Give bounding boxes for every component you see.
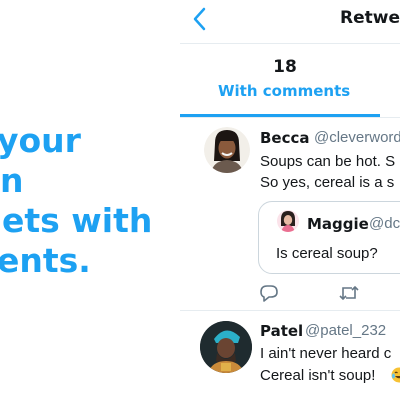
avatar — [277, 210, 299, 232]
reply-icon[interactable] — [259, 284, 279, 302]
quoted-author-handle: @dc — [369, 215, 400, 232]
phone-screen: Retweets 18 With comments Becca @cleverw… — [180, 0, 400, 400]
tweet-text-line-1: I ain't never heard c — [260, 345, 392, 362]
top-bar: Retweets — [180, 0, 400, 44]
retweet-icon[interactable] — [338, 284, 360, 302]
crying-laughing-emoji-icon — [391, 367, 400, 383]
patel-avatar-image — [200, 321, 252, 373]
quoted-tweet-text: Is cereal soup? — [276, 245, 378, 262]
avatar[interactable] — [204, 127, 250, 173]
divider — [180, 310, 400, 311]
headline-line-2: n — [0, 161, 24, 200]
tab-label: With comments — [218, 82, 351, 100]
headline-line-1: your — [0, 121, 81, 160]
headline-line-4: ents. — [0, 241, 91, 280]
becca-avatar-image — [204, 127, 250, 173]
promo-headline: your n ets with ents. — [0, 121, 180, 281]
avatar[interactable] — [200, 321, 252, 373]
tab-with-comments[interactable]: 18 With comments — [180, 45, 380, 117]
tab-count: 18 — [273, 57, 297, 77]
divider — [180, 117, 400, 118]
chevron-left-icon[interactable] — [190, 6, 210, 32]
tweet-author-handle[interactable]: @cleverwords — [314, 129, 400, 146]
tweet-text-line-2: Cereal isn't soup! — [260, 367, 376, 384]
tweet-author-name[interactable]: Becca — [260, 129, 310, 147]
page-title: Retweets — [340, 8, 400, 28]
tweet-author-name[interactable]: Patel — [260, 322, 303, 340]
tweet-text-line-2: So yes, cereal is a s — [260, 174, 395, 191]
tweet-text-line-1: Soups can be hot. S — [260, 153, 396, 170]
maggie-avatar-image — [277, 210, 299, 232]
quoted-tweet[interactable]: Maggie @dc Is cereal soup? — [258, 201, 400, 274]
quoted-author-name: Maggie — [307, 215, 369, 233]
headline-line-3: ets with — [2, 201, 153, 240]
tweet-author-handle[interactable]: @patel_232 — [305, 322, 386, 339]
